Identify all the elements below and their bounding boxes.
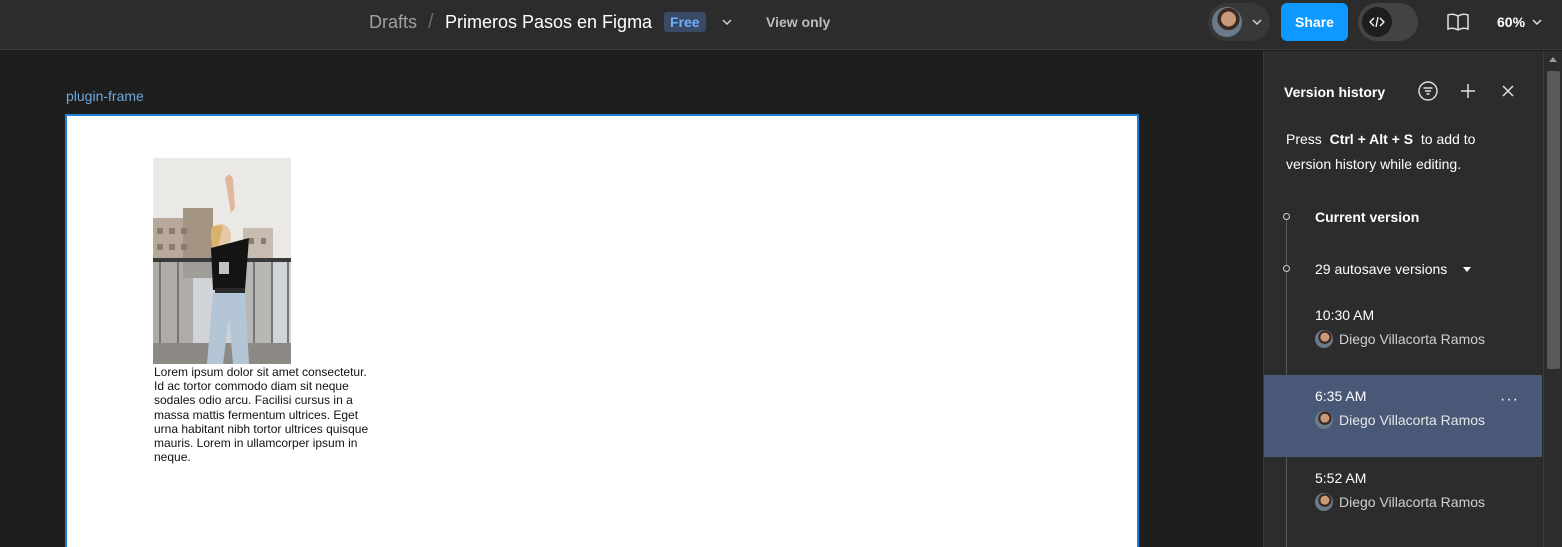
version-item[interactable]: 5:52 AM Diego Villacorta Ramos [1264,457,1542,539]
more-options-button[interactable]: ··· [1500,392,1519,408]
scroll-up-arrow[interactable] [1549,57,1557,62]
hint-prefix: Press [1286,131,1322,147]
caret-down-icon[interactable] [1463,267,1471,272]
version-time: 10:30 AM [1315,307,1375,323]
plan-badge: Free [664,12,706,32]
share-button[interactable]: Share [1281,3,1348,41]
version-item[interactable]: 10:30 AM Diego Villacorta Ramos [1264,294,1542,376]
version-history-panel: Version history Press Ctrl + Alt + S to … [1263,51,1543,547]
author-name: Diego Villacorta Ramos [1339,412,1486,428]
hint-shortcut: Ctrl + Alt + S [1329,131,1414,147]
panel-scrollbar[interactable] [1543,51,1562,547]
breadcrumb-drafts[interactable]: Drafts [369,12,417,33]
version-author: Diego Villacorta Ramos [1315,493,1485,511]
view-only-label: View only [766,14,831,30]
version-author: Diego Villacorta Ramos [1315,411,1485,429]
code-icon [1362,7,1392,37]
avatar [1315,330,1333,348]
zoom-level[interactable]: 60% [1497,14,1525,30]
autosave-versions-toggle[interactable]: 29 autosave versions [1315,261,1447,277]
version-time: 6:35 AM [1315,388,1367,404]
file-title[interactable]: Primeros Pasos en Figma [445,12,652,33]
scroll-thumb[interactable] [1547,71,1560,369]
version-time: 5:52 AM [1315,470,1367,486]
chevron-down-icon[interactable] [720,15,734,29]
version-item-selected[interactable]: 6:35 AM Diego Villacorta Ramos ··· [1264,375,1542,457]
plugin-frame[interactable]: Lorem ipsum dolor sit amet consectetur. … [65,114,1139,547]
plus-icon[interactable] [1457,80,1479,102]
chevron-down-icon [1252,19,1262,26]
breadcrumb-separator: / [428,11,434,33]
avatar [1315,493,1333,511]
current-version-item[interactable]: Current version [1315,209,1419,225]
avatar [1212,7,1242,37]
author-name: Diego Villacorta Ramos [1339,331,1486,347]
body-text: Lorem ipsum dolor sit amet consectetur. … [154,365,369,465]
timeline-dot [1283,265,1290,272]
dev-mode-toggle[interactable] [1358,3,1418,41]
avatar [1315,411,1333,429]
shortcut-hint: Press Ctrl + Alt + S to add to version h… [1286,127,1516,177]
timeline-dot [1283,213,1290,220]
filter-icon[interactable] [1417,80,1439,102]
close-icon[interactable] [1497,80,1519,102]
version-author: Diego Villacorta Ramos [1315,330,1485,348]
top-toolbar: Drafts / Primeros Pasos en Figma Free Vi… [0,0,1562,50]
book-icon[interactable] [1446,11,1470,33]
chevron-down-icon[interactable] [1531,16,1543,28]
panel-title: Version history [1284,84,1386,100]
user-menu-button[interactable] [1208,3,1270,41]
author-name: Diego Villacorta Ramos [1339,494,1486,510]
photo-image[interactable] [153,158,291,364]
frame-label[interactable]: plugin-frame [66,88,144,104]
canvas[interactable]: plugin-frame Lorem ipsum dolor sit amet … [0,51,1262,547]
